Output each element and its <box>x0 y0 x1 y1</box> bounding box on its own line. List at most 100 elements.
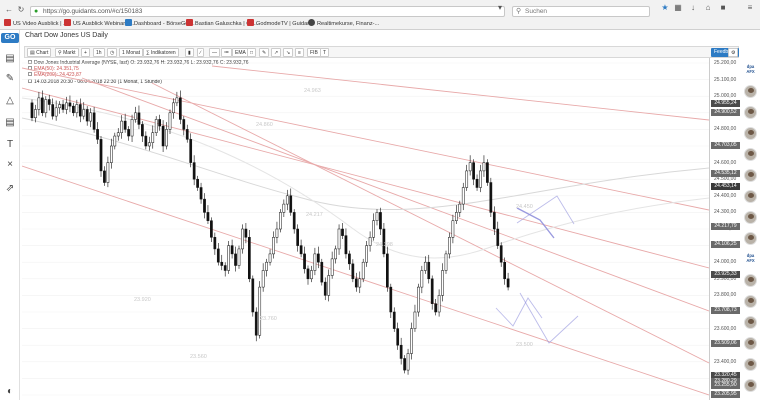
site-icon <box>247 19 254 26</box>
candle-body <box>103 170 106 183</box>
delete-drawings-icon[interactable]: × <box>3 158 17 172</box>
candle-body <box>486 162 489 183</box>
author-avatar[interactable] <box>744 190 757 203</box>
rectangle-tool-icon[interactable]: □ <box>247 48 257 57</box>
author-avatar[interactable] <box>744 337 757 350</box>
candle-body <box>492 212 496 230</box>
candle-body <box>455 212 458 221</box>
price-annotation: 23.560 <box>190 354 207 360</box>
candle-body <box>251 278 255 313</box>
address-bar[interactable]: ● https://go.guidants.com/#c/150183 <box>30 6 505 17</box>
bookmark-tool-icon[interactable]: ▮ <box>185 48 194 57</box>
dropdown-icon[interactable]: ▾ <box>495 3 505 13</box>
compare-button[interactable]: + <box>81 48 90 57</box>
text-tool-icon[interactable]: T <box>320 48 330 57</box>
dpa-afx-logo[interactable]: dpa AFX <box>744 253 757 264</box>
bookmark-item[interactable]: Dashboard - BörseGo ... <box>125 19 195 28</box>
candle-body <box>265 261 268 271</box>
theme-toggle-icon[interactable]: ◐ <box>3 385 17 399</box>
line-tool-icon[interactable]: ∕ <box>197 48 204 57</box>
settings-icon[interactable]: ⚙ <box>728 48 739 57</box>
candle-body <box>237 248 241 266</box>
wallet-icon[interactable]: ▤ <box>3 52 17 66</box>
library-icon[interactable]: ▦ <box>673 3 683 13</box>
candle-body <box>375 212 379 221</box>
indicators-button[interactable]: ∑ Indikatoren <box>143 48 179 57</box>
bookmark-item[interactable]: GodmodeTV | Guidants <box>247 19 315 28</box>
pen-icon[interactable]: ✎ <box>3 72 17 86</box>
author-avatar[interactable] <box>744 127 757 140</box>
star-icon[interactable]: ★ <box>660 3 670 13</box>
price-badge: 24.955,24 <box>711 100 740 108</box>
text-icon[interactable]: T <box>3 138 17 152</box>
candle-body <box>406 353 410 371</box>
menu-icon[interactable]: ≡ <box>745 3 755 13</box>
search-placeholder: Suchen <box>525 8 548 15</box>
arrows-icon[interactable]: ⇗ <box>3 182 17 196</box>
channel-tool-icon[interactable]: ≔ <box>221 48 232 57</box>
candle-body <box>427 261 431 280</box>
author-avatar[interactable] <box>744 379 757 392</box>
bookmark-item[interactable]: US Video Ausblick | ... <box>4 19 68 28</box>
range-button[interactable]: 1 Monat <box>119 48 144 57</box>
candle-body <box>254 311 258 336</box>
candle-body <box>99 139 103 172</box>
trend-line <box>22 165 709 396</box>
bookmark-item[interactable]: Realtimekurse, Finanz-... <box>308 19 379 28</box>
clock-icon[interactable]: ◷ <box>107 48 118 57</box>
triangle-icon[interactable]: △ <box>3 94 17 108</box>
candle-body <box>275 228 279 238</box>
author-avatar[interactable] <box>744 85 757 98</box>
author-avatar[interactable] <box>744 169 757 182</box>
extension-icon[interactable]: ■ <box>718 3 728 13</box>
arrow-tool-icon[interactable]: ↘ <box>283 48 294 57</box>
author-avatar[interactable] <box>744 106 757 119</box>
candle-body <box>285 195 289 205</box>
price-tick: 24.300,00 <box>714 209 737 216</box>
hline-tool-icon[interactable]: — <box>209 48 220 57</box>
guidants-logo[interactable]: GO <box>1 33 19 43</box>
author-avatar[interactable] <box>744 211 757 224</box>
candle-body <box>227 245 231 271</box>
candle-body <box>420 270 424 288</box>
candle-body <box>448 237 451 255</box>
reload-icon[interactable]: ↻ <box>16 5 26 15</box>
back-icon[interactable]: ← <box>4 5 14 15</box>
trend-line <box>22 67 709 211</box>
price-axis[interactable]: 25.200,0025.100,0025.000,0024.900,0024.8… <box>709 58 740 400</box>
chart-type-button[interactable]: ▤ Chart <box>27 48 52 57</box>
dpa-afx-logo[interactable]: dpa AFX <box>744 64 757 75</box>
fib-button[interactable]: FIB <box>307 48 321 57</box>
candle-body <box>30 102 34 119</box>
candle-body <box>192 162 196 180</box>
author-avatar[interactable] <box>744 316 757 329</box>
lines-tool-icon[interactable]: ≡ <box>295 48 304 57</box>
price-chart[interactable]: 24.963 24.860 24.217 24.398 24.450 23.920 23.7… <box>22 58 709 400</box>
candle-body <box>458 203 462 213</box>
search-input[interactable]: ⚲ Suchen <box>512 6 650 17</box>
bookmark-item[interactable]: US Ausblick Webinar | ... <box>64 19 134 28</box>
author-avatar[interactable] <box>744 232 757 245</box>
home-icon[interactable]: ⌂ <box>703 3 713 13</box>
price-badge: 24.453,14 <box>711 183 740 191</box>
period-button[interactable]: 1h <box>93 48 105 57</box>
chart-tool-icon[interactable]: ▤ <box>3 116 17 130</box>
download-icon[interactable]: ↓ <box>688 3 698 13</box>
page-title: Chart Dow Jones US Daily <box>25 32 108 39</box>
author-avatar[interactable] <box>744 295 757 308</box>
candle-body <box>116 132 120 137</box>
pencil-tool-icon[interactable]: ✎ <box>259 48 270 57</box>
author-avatar[interactable] <box>744 274 757 287</box>
market-button[interactable]: ⚲ Markt <box>55 48 79 57</box>
price-tick: 23.800,00 <box>714 292 737 299</box>
author-avatar[interactable] <box>744 148 757 161</box>
candle-body <box>154 119 158 133</box>
price-badge: 23.205,95 <box>711 390 740 398</box>
projection-arrow <box>519 292 579 344</box>
candle-body <box>92 112 96 130</box>
ray-tool-icon[interactable]: ↗ <box>271 48 282 57</box>
candle-body <box>489 182 493 213</box>
candle-body <box>323 281 327 296</box>
author-avatar[interactable] <box>744 358 757 371</box>
candle-body <box>475 178 479 188</box>
